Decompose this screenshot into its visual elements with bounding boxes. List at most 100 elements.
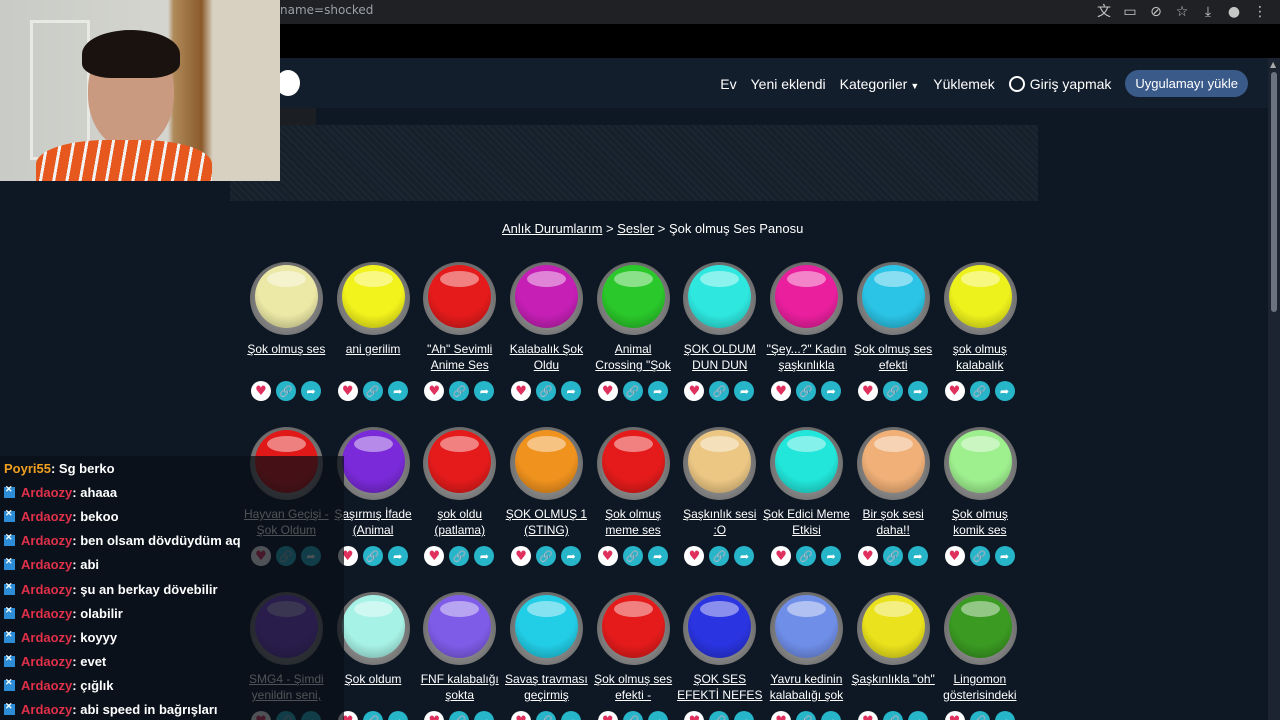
chat-username[interactable]: Poyri55: [4, 461, 51, 476]
share-icon[interactable]: ➦: [821, 381, 842, 401]
link-icon[interactable]: 🔗: [969, 381, 990, 401]
share-icon[interactable]: ➦: [821, 546, 842, 566]
link-icon[interactable]: 🔗: [969, 711, 990, 720]
sound-title[interactable]: Şok olmuş ses efekti: [850, 341, 937, 375]
profile-icon[interactable]: ●: [1224, 2, 1244, 22]
heart-icon[interactable]: ♥: [684, 381, 705, 401]
sound-button[interactable]: [856, 427, 930, 500]
sound-button-knob[interactable]: [775, 265, 839, 328]
sound-button-knob[interactable]: [515, 265, 579, 328]
sound-title[interactable]: ani gerilim: [330, 341, 417, 375]
link-icon[interactable]: 🔗: [969, 546, 990, 566]
share-icon[interactable]: ➦: [561, 711, 582, 720]
heart-icon[interactable]: ♥: [511, 546, 532, 566]
chat-username[interactable]: Ardaozy: [21, 654, 72, 669]
link-icon[interactable]: 🔗: [536, 711, 557, 720]
sound-button-knob[interactable]: [428, 595, 492, 658]
sound-button[interactable]: [943, 262, 1017, 335]
sound-title[interactable]: Yavru kedinin kalabalığı şok: [763, 671, 850, 705]
sound-button[interactable]: [856, 262, 930, 335]
sound-title[interactable]: Şok Edici Meme Etkisi: [763, 506, 850, 540]
sound-button-knob[interactable]: [515, 430, 579, 493]
breadcrumb-link-sounds[interactable]: Sesler: [617, 221, 654, 236]
sound-button-knob[interactable]: [948, 430, 1012, 493]
sound-button-knob[interactable]: [688, 430, 752, 493]
sound-button-knob[interactable]: [861, 595, 925, 658]
nav-login[interactable]: Giriş yapmak: [1008, 74, 1111, 94]
sound-title[interactable]: Savaş travması geçirmiş: [503, 671, 590, 705]
sound-title[interactable]: Bir şok sesi daha!!: [850, 506, 937, 540]
nav-upload[interactable]: Yüklemek: [933, 74, 994, 94]
sound-title[interactable]: ŞOK SES EFEKTİ NEFES: [676, 671, 763, 705]
link-icon[interactable]: 🔗: [276, 381, 296, 401]
heart-icon[interactable]: ♥: [771, 711, 792, 720]
sound-title[interactable]: Şaşkınlık sesi :O: [676, 506, 763, 540]
link-icon[interactable]: 🔗: [449, 381, 470, 401]
heart-icon[interactable]: ♥: [597, 381, 618, 401]
sound-button[interactable]: [423, 427, 497, 500]
sound-button[interactable]: [510, 262, 584, 335]
link-icon[interactable]: 🔗: [882, 546, 903, 566]
sound-button[interactable]: [683, 427, 757, 500]
install-app-button[interactable]: Uygulamayı yükle: [1125, 70, 1248, 97]
heart-icon[interactable]: ♥: [337, 381, 358, 401]
link-icon[interactable]: 🔗: [882, 381, 903, 401]
sound-button[interactable]: [770, 262, 844, 335]
sound-button[interactable]: [943, 592, 1017, 665]
link-icon[interactable]: 🔗: [882, 711, 903, 720]
sound-title[interactable]: Şok olmuş komik ses: [937, 506, 1024, 540]
sound-button[interactable]: [336, 592, 410, 665]
scrollbar-thumb[interactable]: [1271, 72, 1277, 312]
sound-title[interactable]: şok olmuş kalabalık: [937, 341, 1024, 375]
sound-button[interactable]: [683, 262, 757, 335]
sound-button-knob[interactable]: [601, 595, 665, 658]
share-icon[interactable]: ➦: [474, 546, 495, 566]
link-icon[interactable]: 🔗: [536, 381, 557, 401]
link-icon[interactable]: 🔗: [796, 711, 817, 720]
heart-icon[interactable]: ♥: [944, 546, 965, 566]
address-bar[interactable]: name=shocked: [280, 3, 373, 17]
nav-home[interactable]: Ev: [720, 74, 736, 94]
heart-icon[interactable]: ♥: [857, 711, 878, 720]
heart-icon[interactable]: ♥: [597, 546, 618, 566]
share-icon[interactable]: ➦: [561, 381, 582, 401]
sound-button[interactable]: [683, 592, 757, 665]
sound-button-knob[interactable]: [948, 595, 1012, 658]
cast-icon[interactable]: ▭: [1120, 2, 1140, 22]
link-icon[interactable]: 🔗: [796, 546, 817, 566]
sound-button-knob[interactable]: [341, 265, 405, 328]
heart-icon[interactable]: ♥: [771, 381, 792, 401]
nav-categories[interactable]: Kategoriler ▼: [840, 74, 920, 94]
sound-title[interactable]: Animal Crossing "Şok: [590, 341, 677, 375]
link-icon[interactable]: 🔗: [449, 546, 470, 566]
share-icon[interactable]: ➦: [907, 711, 928, 720]
sound-button[interactable]: [510, 427, 584, 500]
heart-icon[interactable]: ♥: [944, 381, 965, 401]
chat-username[interactable]: Ardaozy: [21, 533, 72, 548]
heart-icon[interactable]: ♥: [424, 546, 445, 566]
sound-button[interactable]: [596, 592, 670, 665]
page-scrollbar[interactable]: ▲: [1268, 58, 1280, 720]
translate-icon[interactable]: 文: [1094, 2, 1114, 22]
sound-button-knob[interactable]: [775, 595, 839, 658]
link-icon[interactable]: 🔗: [622, 546, 643, 566]
link-icon[interactable]: 🔗: [449, 711, 470, 720]
scroll-up-icon[interactable]: ▲: [1270, 60, 1276, 69]
share-icon[interactable]: ➦: [561, 546, 582, 566]
chat-username[interactable]: Ardaozy: [21, 485, 72, 500]
sound-button-knob[interactable]: [428, 265, 492, 328]
link-icon[interactable]: 🔗: [709, 381, 730, 401]
chat-username[interactable]: Ardaozy: [21, 630, 72, 645]
sound-button[interactable]: [770, 592, 844, 665]
share-icon[interactable]: ➦: [301, 381, 321, 401]
link-icon[interactable]: 🔗: [622, 381, 643, 401]
star-icon[interactable]: ☆: [1172, 2, 1192, 22]
link-icon[interactable]: 🔗: [362, 711, 383, 720]
sound-title[interactable]: "Ah" Sevimli Anime Ses: [416, 341, 503, 375]
link-icon[interactable]: 🔗: [796, 381, 817, 401]
heart-icon[interactable]: ♥: [684, 546, 705, 566]
heart-icon[interactable]: ♥: [857, 381, 878, 401]
heart-icon[interactable]: ♥: [857, 546, 878, 566]
chat-username[interactable]: Ardaozy: [21, 606, 72, 621]
share-icon[interactable]: ➦: [474, 381, 495, 401]
